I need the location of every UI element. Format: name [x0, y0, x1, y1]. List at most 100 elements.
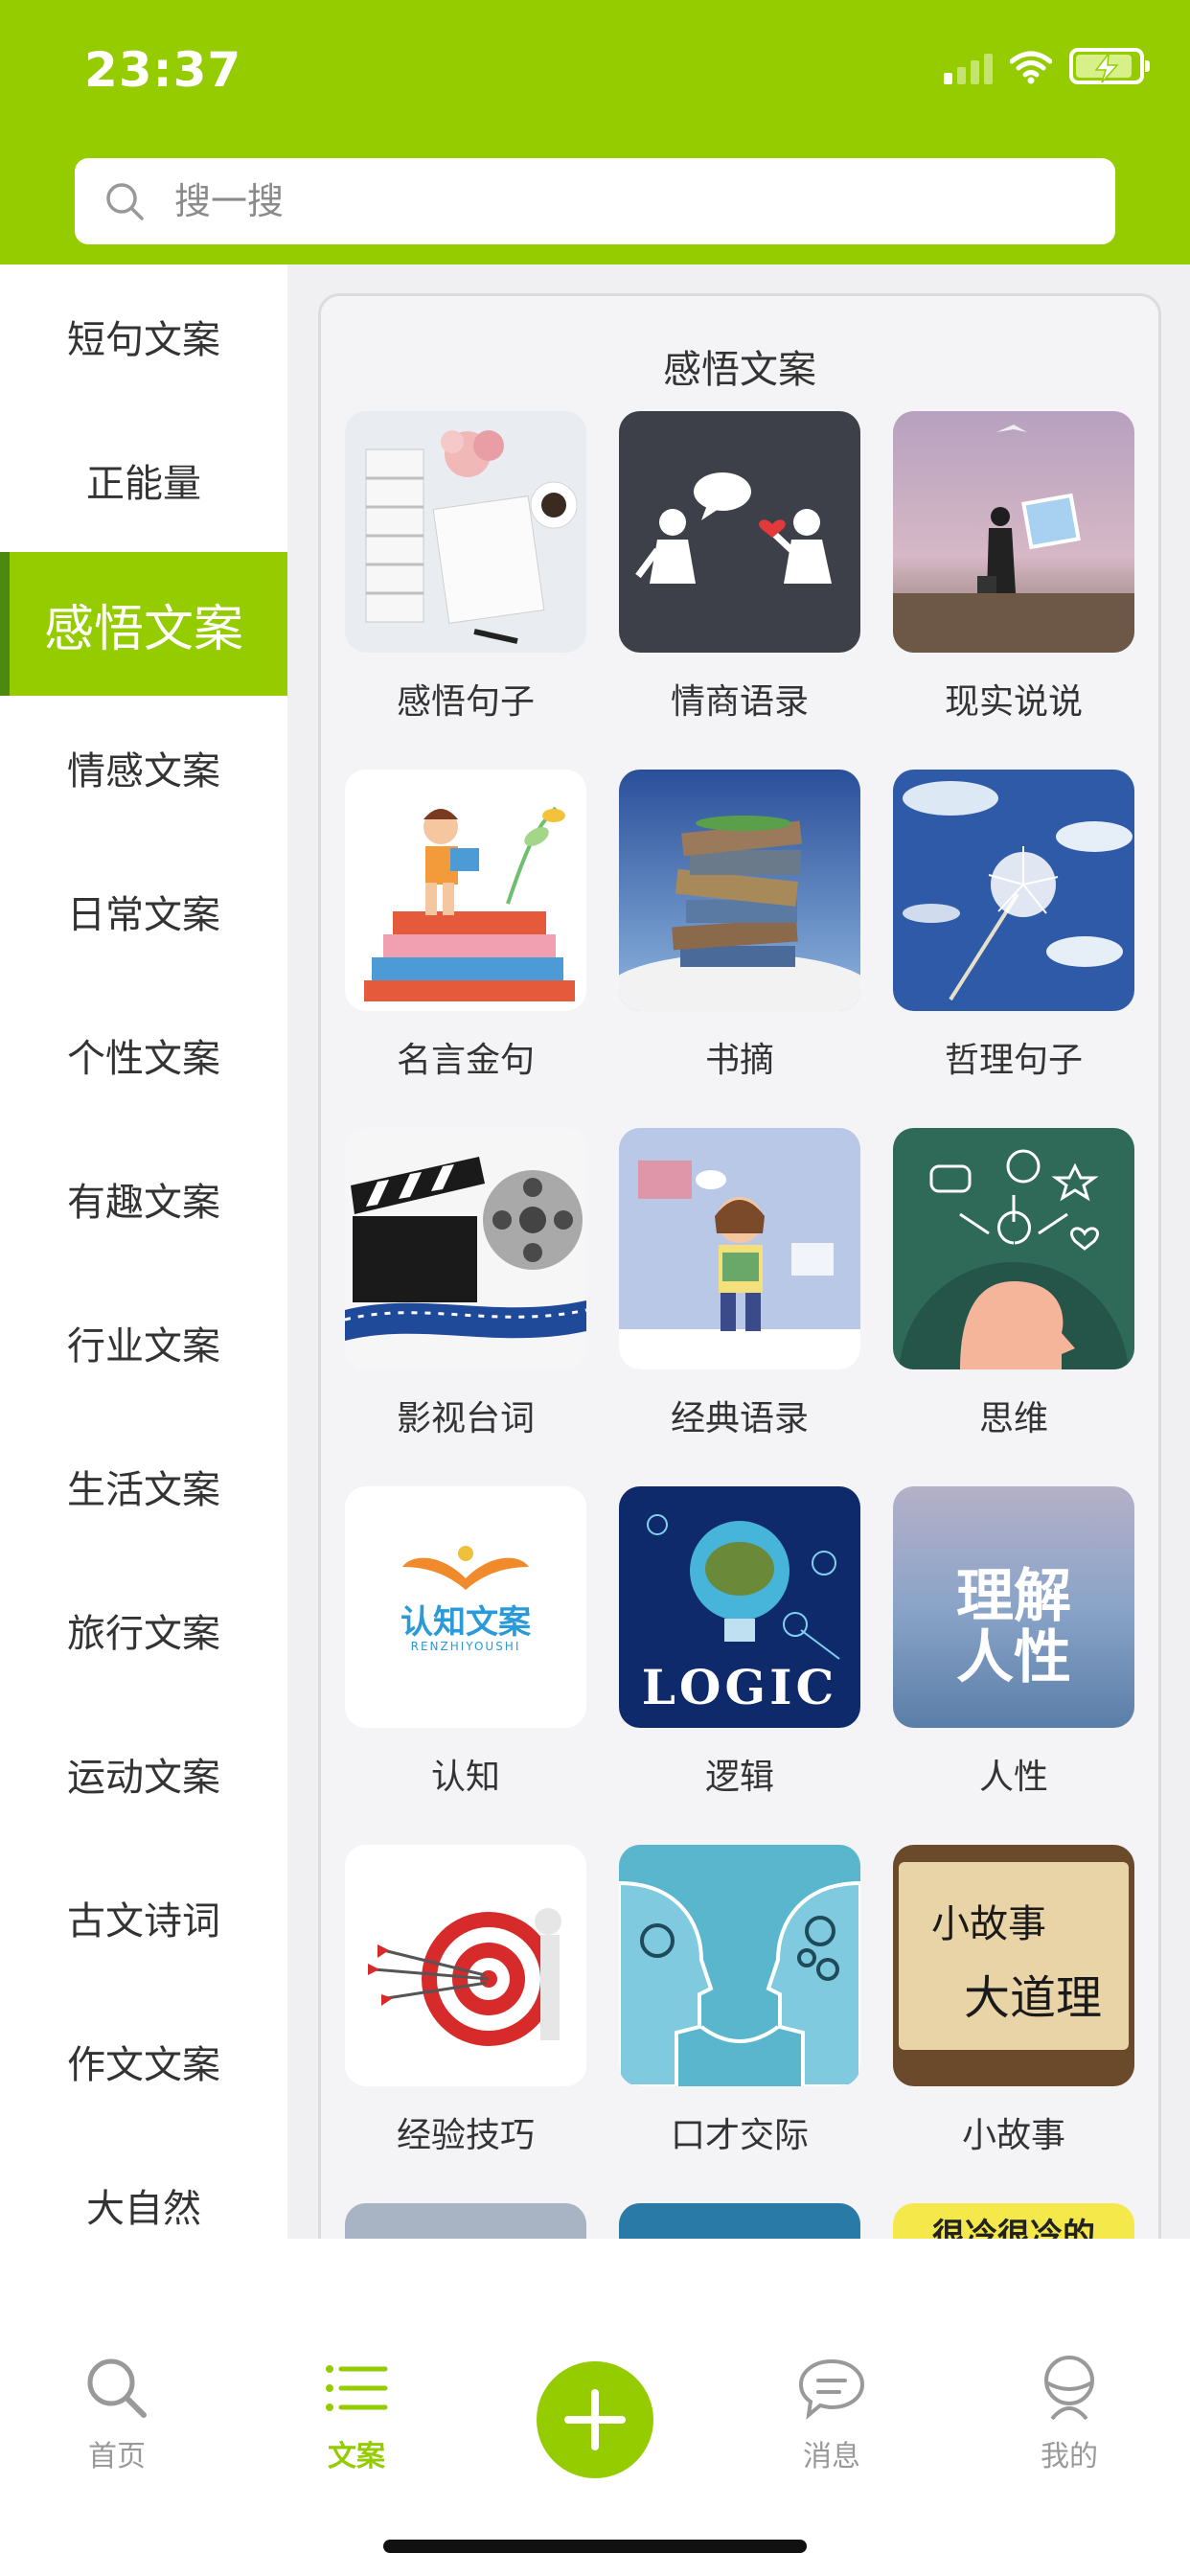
category-sidebar: 短句文案 正能量 感悟文案 情感文案 日常文案 个性文案 有趣文案 行业文案 生… — [0, 264, 287, 2239]
logic-word: LOGIC — [641, 1659, 838, 1715]
tile-partial-1[interactable] — [345, 2203, 586, 2239]
people-talking-image — [619, 411, 860, 653]
sidebar-item-label: 个性文案 — [67, 1037, 220, 1081]
sidebar-item-label: 正能量 — [86, 462, 201, 506]
tile-label: 认知 — [430, 1758, 500, 1797]
tab-profile[interactable]: 我的 — [993, 2354, 1146, 2474]
sidebar-item-label: 感悟文案 — [43, 600, 243, 658]
category-card: 感悟文案 感悟句子 情商语录 现实说说 名言金句 书摘 哲理句子 影视台词 经典… — [318, 293, 1161, 2239]
tile-label: 思维 — [978, 1399, 1048, 1438]
sidebar-item-sports[interactable]: 运动文案 — [0, 1702, 287, 1846]
story-line-1: 小故事 — [931, 1902, 1046, 1946]
sidebar-item-label: 有趣文案 — [67, 1181, 220, 1225]
tab-label: 我的 — [1041, 2440, 1098, 2473]
tab-messages[interactable]: 消息 — [755, 2354, 908, 2474]
tile-eloquence-social[interactable]: 口才交际 — [619, 1845, 860, 2155]
search-input[interactable] — [174, 180, 1037, 222]
tile-short-stories[interactable]: 小故事 大道理 小故事 — [893, 1845, 1134, 2155]
sidebar-item-label: 旅行文案 — [67, 1612, 220, 1656]
tile-label: 感悟句子 — [396, 682, 535, 722]
partial-thumb-text: 很冷很冷的 — [932, 2217, 1095, 2239]
books-flowers-image — [345, 411, 586, 653]
sidebar-item-classical-poetry[interactable]: 古文诗词 — [0, 1846, 287, 1990]
battery-icon — [1069, 48, 1150, 84]
understand-humanity-image: 理解 人性 — [893, 1486, 1134, 1728]
chat-bubble-icon — [798, 2358, 865, 2420]
tab-label: 消息 — [803, 2440, 860, 2473]
sidebar-item-label: 运动文案 — [67, 1756, 220, 1800]
sidebar-item-label: 古文诗词 — [67, 1899, 220, 1944]
tile-cognition[interactable]: 认知文案 RENZHIYOUSHI 认知 — [345, 1486, 586, 1797]
sidebar-item-label: 生活文案 — [67, 1468, 220, 1512]
tile-label: 经典语录 — [670, 1399, 809, 1438]
tab-copywriting[interactable]: 文案 — [280, 2354, 433, 2474]
tile-partial-2[interactable] — [619, 2203, 860, 2239]
tile-label: 影视台词 — [396, 1399, 535, 1438]
tab-home[interactable]: 首页 — [40, 2354, 194, 2474]
tile-human-nature[interactable]: 理解 人性 人性 — [893, 1486, 1134, 1797]
sidebar-item-travel[interactable]: 旅行文案 — [0, 1558, 287, 1702]
search-icon — [87, 2358, 147, 2418]
tile-partial-3[interactable]: 很冷很冷的 — [893, 2203, 1134, 2239]
tile-eq-quotes[interactable]: 情商语录 — [619, 411, 860, 722]
signal-icon — [944, 50, 993, 84]
sidebar-item-nature[interactable]: 大自然 — [0, 2133, 287, 2239]
sidebar-item-funny[interactable]: 有趣文案 — [0, 1127, 287, 1271]
tile-experience-tips[interactable]: 经验技巧 — [345, 1845, 586, 2155]
add-button[interactable] — [537, 2361, 653, 2478]
sidebar-item-essay[interactable]: 作文文案 — [0, 1990, 287, 2133]
cloud-image-partial — [345, 2203, 586, 2239]
plus-icon — [564, 2389, 626, 2450]
film-clapper-reel-image — [345, 1128, 586, 1369]
tab-label: 首页 — [88, 2440, 146, 2473]
search-icon — [106, 183, 144, 220]
humanity-line-2: 人性 — [956, 1624, 1071, 1691]
blue-image-partial — [619, 2203, 860, 2239]
sidebar-item-short-copy[interactable]: 短句文案 — [0, 264, 287, 408]
tile-classic-quotes[interactable]: 经典语录 — [619, 1128, 860, 1438]
bottom-tab-bar: 首页 文案 消息 我的 — [0, 2239, 1190, 2576]
top-header: 23:37 — [0, 0, 1190, 264]
tile-label: 现实说说 — [944, 682, 1083, 722]
logic-bulb-image: LOGIC — [619, 1486, 860, 1728]
search-bar[interactable] — [75, 158, 1115, 244]
tile-label: 书摘 — [704, 1041, 774, 1080]
tile-movie-lines[interactable]: 影视台词 — [345, 1128, 586, 1438]
sidebar-item-life[interactable]: 生活文案 — [0, 1414, 287, 1558]
tile-logic[interactable]: LOGIC 逻辑 — [619, 1486, 860, 1797]
sidebar-item-daily[interactable]: 日常文案 — [0, 840, 287, 983]
profile-icon — [1044, 2356, 1094, 2421]
list-icon — [326, 2365, 388, 2411]
tile-label: 情商语录 — [670, 682, 809, 722]
sidebar-item-emotion[interactable]: 情感文案 — [0, 696, 287, 840]
sidebar-item-positive-energy[interactable]: 正能量 — [0, 408, 287, 552]
two-heads-gears-image — [619, 1845, 860, 2086]
tile-reality-posts[interactable]: 现实说说 — [893, 411, 1134, 722]
tile-label: 口才交际 — [670, 2116, 809, 2155]
status-icons — [944, 48, 1150, 84]
tile-label: 小故事 — [961, 2116, 1065, 2155]
girl-with-frame-image — [893, 411, 1134, 653]
dandelion-sky-image — [893, 770, 1134, 1011]
tile-philosophy-sentences[interactable]: 哲理句子 — [893, 770, 1134, 1080]
tab-label: 文案 — [328, 2440, 385, 2473]
tile-thinking[interactable]: 思维 — [893, 1128, 1134, 1438]
target-darts-image — [345, 1845, 586, 2086]
tile-insight-sentences[interactable]: 感悟句子 — [345, 411, 586, 722]
status-time: 23:37 — [84, 42, 242, 98]
tile-book-excerpts[interactable]: 书摘 — [619, 770, 860, 1080]
sidebar-item-personality[interactable]: 个性文案 — [0, 983, 287, 1127]
sidebar-item-label: 短句文案 — [67, 318, 220, 362]
tile-famous-quotes[interactable]: 名言金句 — [345, 770, 586, 1080]
content-area: 感悟文案 感悟句子 情商语录 现实说说 名言金句 书摘 哲理句子 影视台词 经典… — [287, 264, 1190, 2239]
sidebar-item-label: 作文文案 — [67, 2043, 220, 2087]
child-reading-image — [619, 1128, 860, 1369]
renzhi-title: 认知文案 — [400, 1603, 531, 1642]
sidebar-item-insight[interactable]: 感悟文案 — [0, 552, 287, 696]
girl-reading-on-books-image — [345, 770, 586, 1011]
story-line-2: 大道理 — [963, 1971, 1102, 2025]
tile-label: 逻辑 — [704, 1758, 774, 1797]
sidebar-item-industry[interactable]: 行业文案 — [0, 1271, 287, 1414]
renzhi-logo-image: 认知文案 RENZHIYOUSHI — [345, 1486, 586, 1728]
head-ideas-image — [893, 1128, 1134, 1369]
